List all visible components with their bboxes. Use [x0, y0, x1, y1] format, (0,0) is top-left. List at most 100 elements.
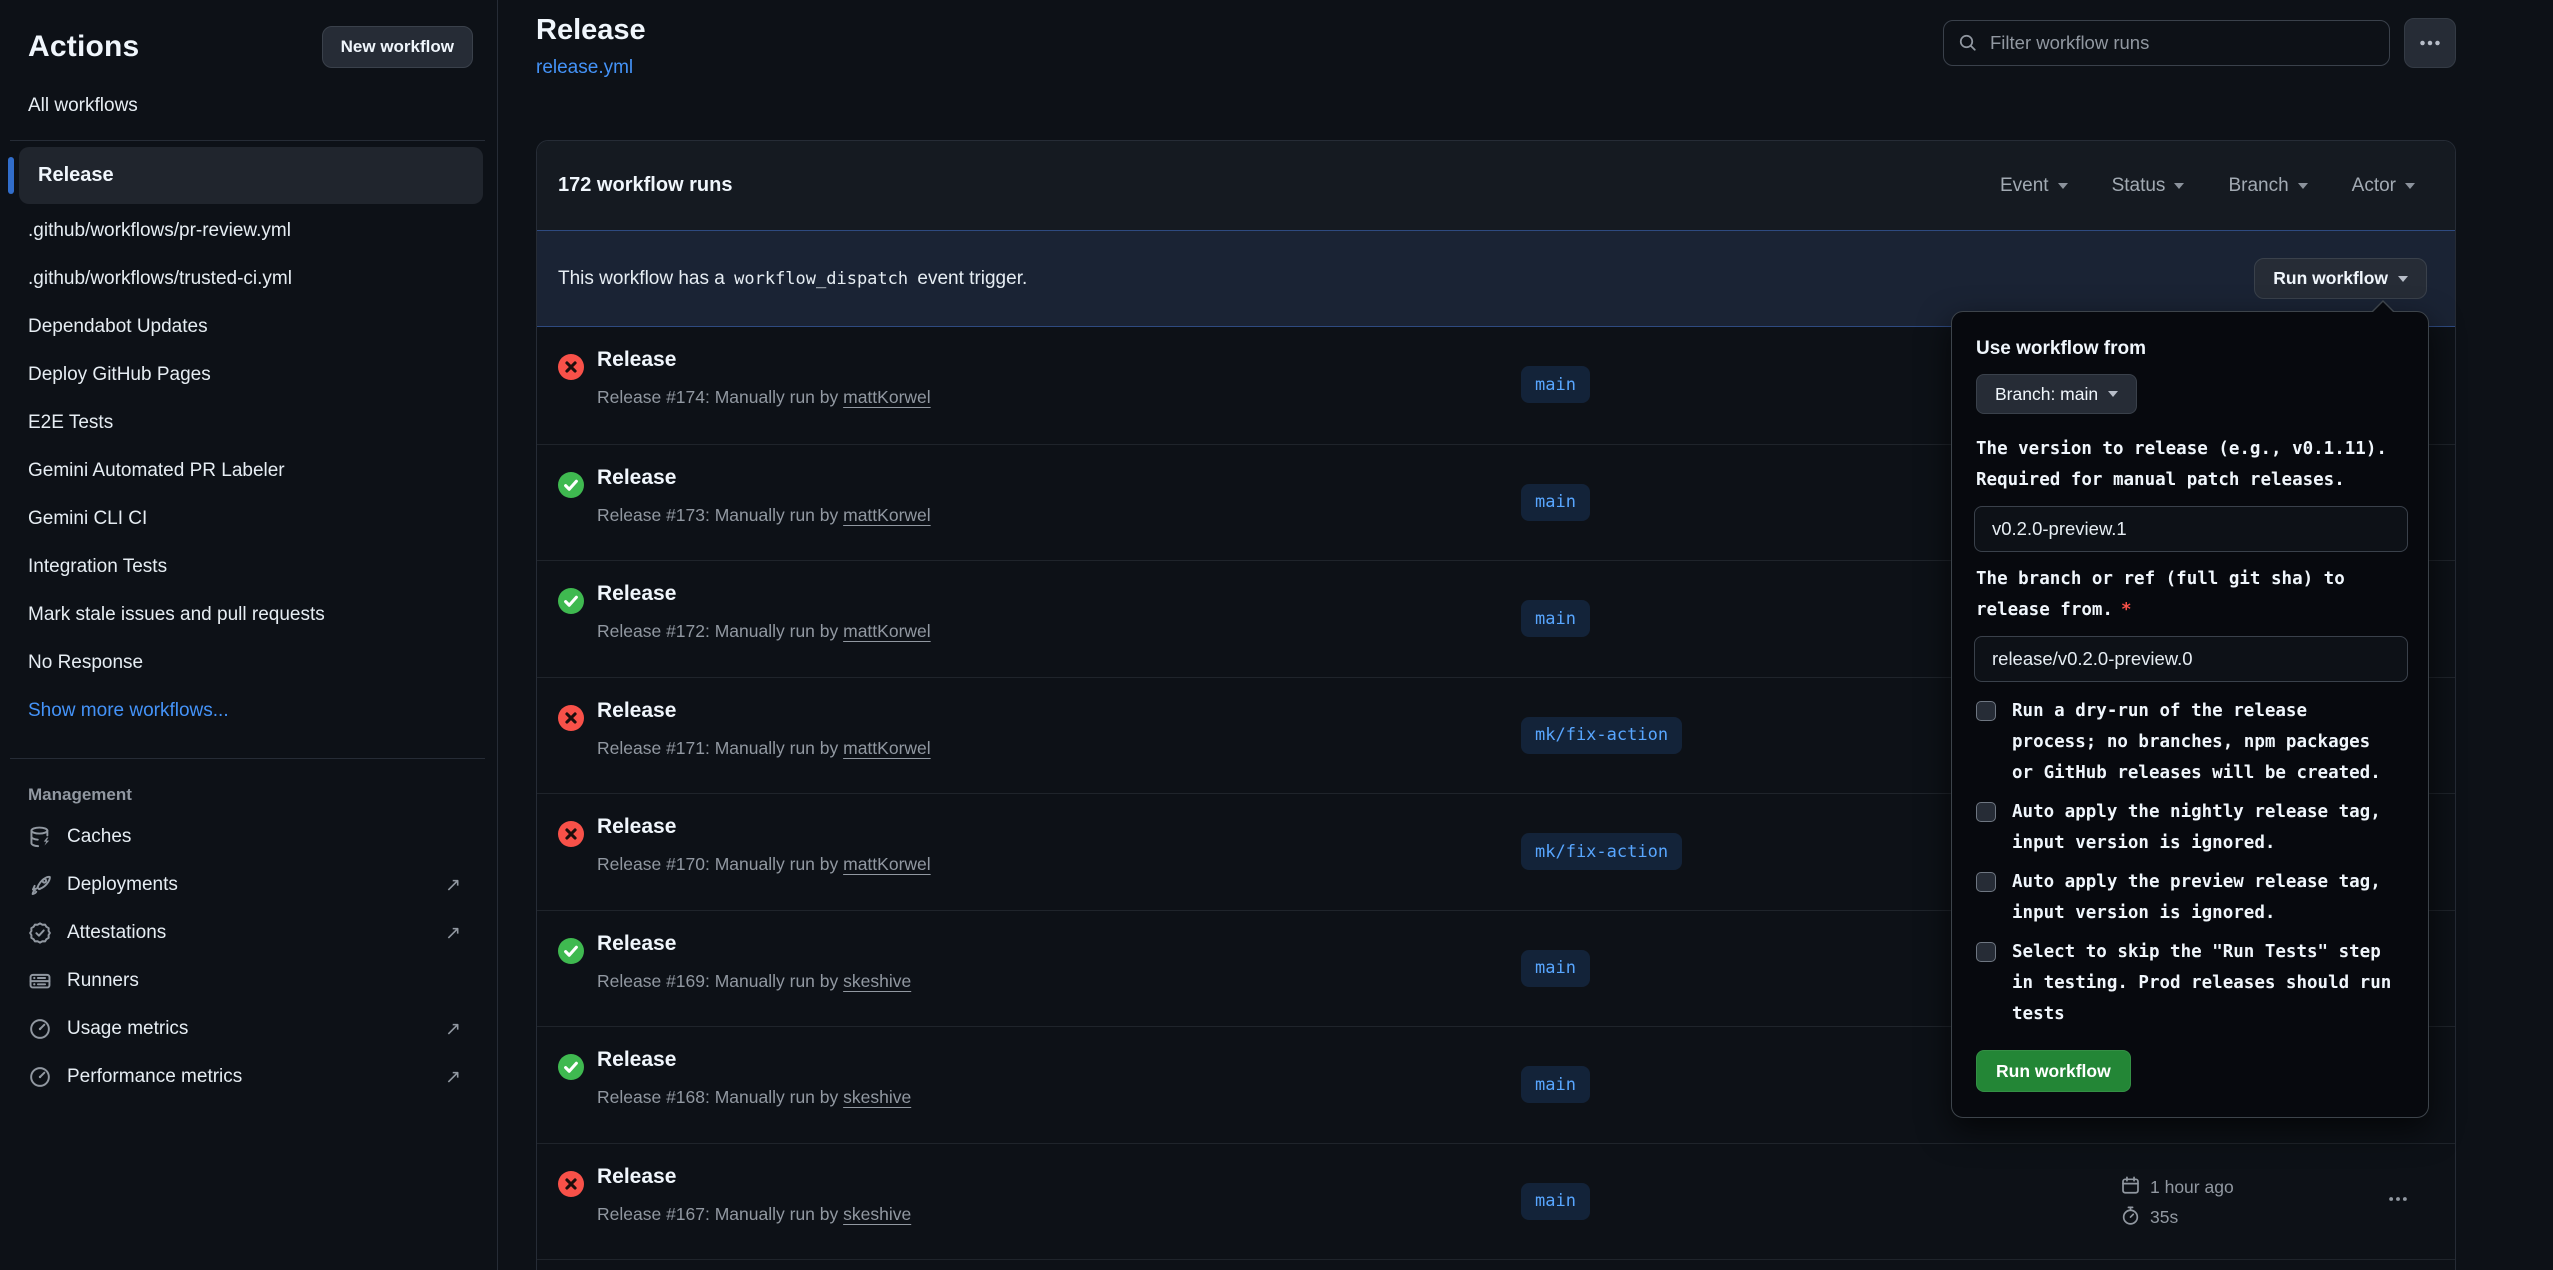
run-description: Release #170: Manually run by mattKorwel	[597, 854, 931, 875]
new-workflow-button[interactable]: New workflow	[322, 26, 473, 68]
run-actor-link[interactable]: mattKorwel	[843, 387, 931, 407]
dialog-checkbox-row[interactable]: Select to skip the "Run Tests" step in t…	[1976, 937, 2404, 1030]
run-actor-link[interactable]: skeshive	[843, 1087, 911, 1107]
sidebar-item-deployments[interactable]: Deployments ↗	[28, 861, 473, 909]
caches-icon	[28, 825, 52, 849]
branch-label[interactable]: main	[1521, 1183, 1590, 1220]
sidebar-item-workflow[interactable]: No Response	[28, 639, 473, 687]
workflow-options-kebab-button[interactable]	[2404, 18, 2456, 68]
run-workflow-dropdown-button[interactable]: Run workflow	[2254, 258, 2427, 299]
dialog-checkbox-row[interactable]: Run a dry-run of the release process; no…	[1976, 696, 2404, 789]
run-duration-label: 35s	[2150, 1207, 2178, 1228]
runners-icon	[28, 969, 52, 993]
run-title-link[interactable]: Release	[597, 1048, 676, 1072]
sidebar-divider	[10, 140, 485, 141]
run-actor-link[interactable]: mattKorwel	[843, 505, 931, 525]
filter-workflow-runs-search[interactable]	[1943, 20, 2390, 66]
checkbox-label: Auto apply the nightly release tag, inpu…	[2012, 797, 2394, 859]
filter-branch[interactable]: Branch	[2228, 175, 2307, 197]
runs-list-header: 172 workflow runs EventStatusBranchActor	[537, 141, 2455, 230]
run-actor-link[interactable]: mattKorwel	[843, 738, 931, 758]
sidebar-item-workflow[interactable]: Dependabot Updates	[28, 303, 473, 351]
sidebar-item-workflow[interactable]: .github/workflows/pr-review.yml	[28, 207, 473, 255]
branch-label[interactable]: mk/fix-action	[1521, 717, 1682, 754]
sidebar-item-all-workflows[interactable]: All workflows	[28, 95, 473, 117]
checkbox[interactable]	[1976, 942, 1996, 962]
sidebar-item-workflow[interactable]: E2E Tests	[28, 399, 473, 447]
branch-label[interactable]: main	[1521, 950, 1590, 987]
sidebar-item-caches[interactable]: Caches	[28, 813, 473, 861]
run-actor-link[interactable]: mattKorwel	[843, 854, 931, 874]
branch-selector-button[interactable]: Branch: main	[1976, 374, 2137, 414]
branch-label[interactable]: mk/fix-action	[1521, 833, 1682, 870]
chevron-down-icon	[2108, 391, 2118, 397]
sidebar-item-attestations[interactable]: Attestations↗	[28, 909, 473, 957]
workflow-file-link[interactable]: release.yml	[536, 57, 633, 79]
required-asterisk: *	[2113, 600, 2132, 620]
checkbox[interactable]	[1976, 802, 1996, 822]
checkbox-label: Select to skip the "Run Tests" step in t…	[2012, 937, 2394, 1030]
branch-label[interactable]: main	[1521, 366, 1590, 403]
filter-label: Event	[2000, 175, 2049, 197]
sidebar-item-workflow[interactable]: Show more workflows...	[28, 687, 473, 735]
run-title-link[interactable]: Release	[597, 582, 676, 606]
external-link-icon: ↗	[445, 1018, 461, 1041]
run-workflow-submit-button[interactable]: Run workflow	[1976, 1050, 2131, 1092]
sidebar-item-workflow[interactable]: Gemini CLI CI	[28, 495, 473, 543]
workflow-run-row[interactable]: ReleaseRelease #167: Manually run by ske…	[537, 1143, 2455, 1260]
dialog-field-input[interactable]	[1974, 636, 2408, 682]
run-title-link[interactable]: Release	[597, 348, 676, 372]
sidebar-item-label: Deployments	[67, 874, 178, 896]
run-title-link[interactable]: Release	[597, 699, 676, 723]
run-title-link[interactable]: Release	[597, 466, 676, 490]
checkbox[interactable]	[1976, 872, 1996, 892]
filter-status[interactable]: Status	[2112, 175, 2185, 197]
use-workflow-from-heading: Use workflow from	[1976, 338, 2404, 360]
checkbox[interactable]	[1976, 701, 1996, 721]
banner-code: workflow_dispatch	[730, 269, 912, 289]
sidebar-item-workflow[interactable]: Release	[19, 147, 483, 204]
run-actor-link[interactable]: skeshive	[843, 971, 911, 991]
run-description: Release #171: Manually run by mattKorwel	[597, 738, 931, 759]
dialog-checkbox-row[interactable]: Auto apply the nightly release tag, inpu…	[1976, 797, 2404, 859]
filter-event[interactable]: Event	[2000, 175, 2068, 197]
run-actor-link[interactable]: skeshive	[843, 1204, 911, 1224]
branch-label[interactable]: main	[1521, 600, 1590, 637]
dialog-fields: The version to release (e.g., v0.1.11). …	[1974, 434, 2406, 688]
external-link-icon: ↗	[445, 874, 461, 897]
deployments-icon	[28, 873, 52, 897]
dialog-checkbox-row[interactable]: Auto apply the preview release tag, inpu…	[1976, 867, 2404, 929]
stopwatch-icon	[2120, 1205, 2141, 1231]
sidebar-item-usage-metrics[interactable]: Usage metrics↗	[28, 1005, 473, 1053]
x-circle-icon	[558, 354, 584, 380]
sidebar-item-performance-metrics[interactable]: Performance metrics↗	[28, 1053, 473, 1101]
run-title-link[interactable]: Release	[597, 1165, 676, 1189]
usage-metrics-icon	[28, 1017, 52, 1041]
run-title-link[interactable]: Release	[597, 932, 676, 956]
sidebar-item-workflow[interactable]: Integration Tests	[28, 543, 473, 591]
run-description: Release #169: Manually run by skeshive	[597, 971, 911, 992]
run-title-link[interactable]: Release	[597, 815, 676, 839]
sidebar-item-runners[interactable]: Runners	[28, 957, 473, 1005]
sidebar-item-workflow[interactable]: Deploy GitHub Pages	[28, 351, 473, 399]
sidebar-item-workflow[interactable]: Gemini Automated PR Labeler	[28, 447, 473, 495]
sidebar-item-label: Runners	[67, 970, 139, 992]
run-actor-link[interactable]: mattKorwel	[843, 621, 931, 641]
external-link-icon: ↗	[445, 1066, 461, 1089]
filter-actor[interactable]: Actor	[2352, 175, 2415, 197]
page-title: Release	[536, 14, 646, 47]
dialog-checkboxes: Run a dry-run of the release process; no…	[1974, 696, 2406, 1030]
checkbox-label: Run a dry-run of the release process; no…	[2012, 696, 2394, 789]
branch-label[interactable]: main	[1521, 1066, 1590, 1103]
banner-text: This workflow has a workflow_dispatch ev…	[558, 268, 1027, 290]
sidebar-item-workflow[interactable]: .github/workflows/trusted-ci.yml	[28, 255, 473, 303]
banner-text-suffix: event trigger.	[917, 268, 1027, 289]
branch-label[interactable]: main	[1521, 484, 1590, 521]
run-options-kebab-button[interactable]	[2387, 1188, 2409, 1213]
chevron-down-icon	[2174, 183, 2184, 189]
dialog-field-input[interactable]	[1974, 506, 2408, 552]
run-description: Release #172: Manually run by mattKorwel	[597, 621, 931, 642]
check-circle-icon	[558, 938, 584, 964]
filter-workflow-runs-input[interactable]	[1978, 32, 2389, 54]
sidebar-item-workflow[interactable]: Mark stale issues and pull requests	[28, 591, 473, 639]
